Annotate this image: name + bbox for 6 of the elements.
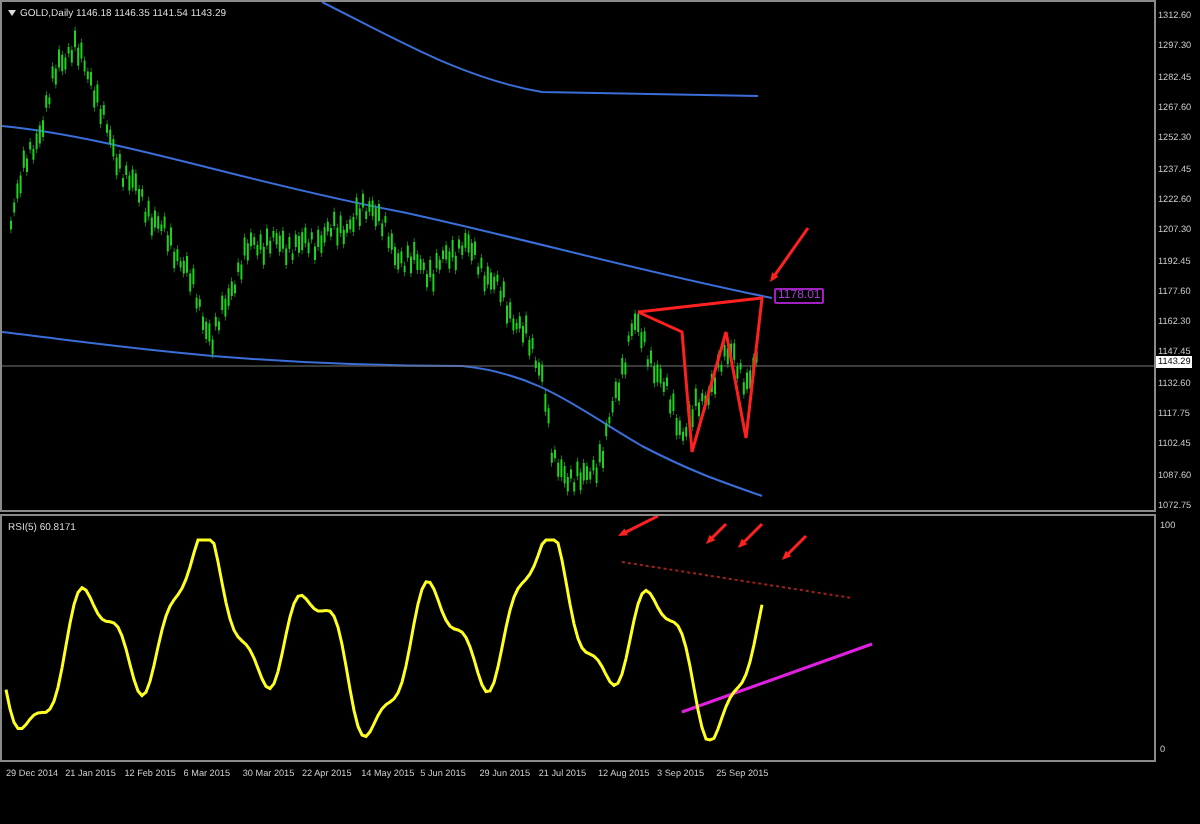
annotation-arrow xyxy=(706,522,728,544)
annotation-arrow xyxy=(618,516,659,536)
annotation-arrow xyxy=(770,227,810,282)
annotation-arrow xyxy=(782,534,808,560)
annotation-arrow xyxy=(738,522,764,548)
dropdown-triangle-icon[interactable] xyxy=(8,10,16,18)
